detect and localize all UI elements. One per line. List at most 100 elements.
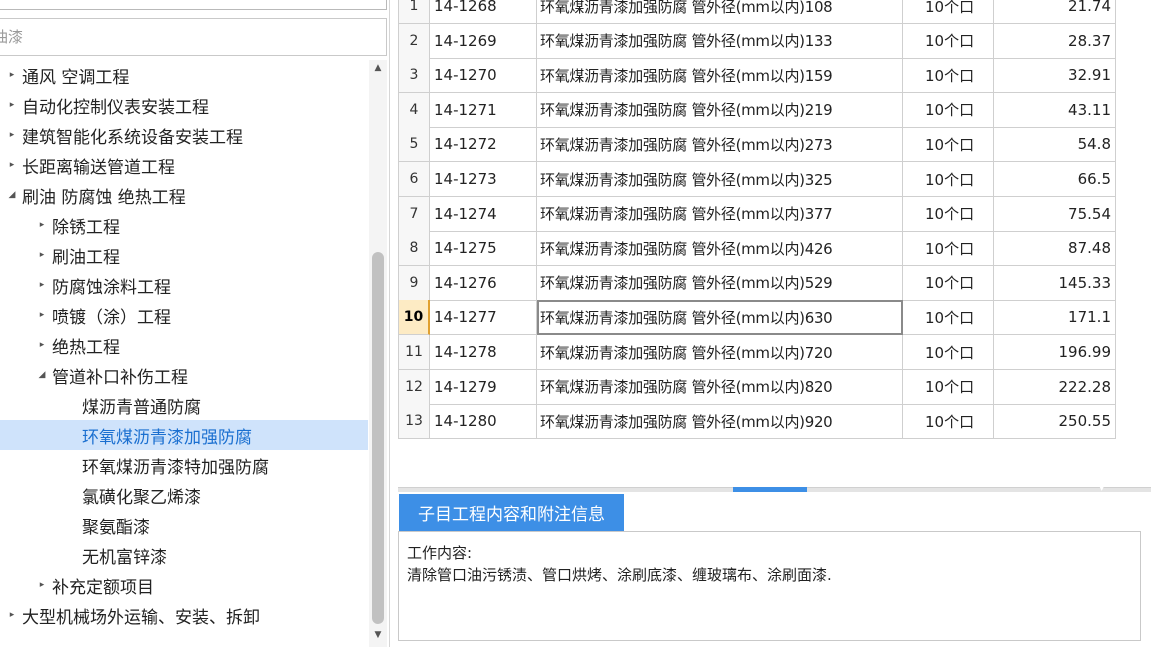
- expand-arrow-icon[interactable]: ▸: [36, 210, 48, 240]
- expand-arrow-icon[interactable]: ▸: [6, 90, 18, 120]
- tree-item[interactable]: ▸ 防腐蚀涂料工程: [0, 270, 368, 300]
- unit-cell[interactable]: 10个口: [903, 196, 994, 232]
- expand-arrow-icon[interactable]: ▸: [36, 570, 48, 600]
- tree-item[interactable]: ▸ 长距离输送管道工程: [0, 150, 368, 180]
- quota-name-cell[interactable]: 环氧煤沥青漆加强防腐 管外径(mm以内)820: [537, 369, 903, 405]
- unit-cell[interactable]: 10个口: [903, 265, 994, 301]
- quota-code-cell[interactable]: 14-1273: [430, 162, 537, 197]
- scroll-thumb[interactable]: [372, 252, 384, 624]
- price-cell[interactable]: 222.28: [994, 369, 1116, 405]
- quota-name-cell[interactable]: 环氧煤沥青漆加强防腐 管外径(mm以内)920: [537, 404, 903, 440]
- quota-code-cell[interactable]: 14-1276: [430, 265, 537, 301]
- splitter-handle[interactable]: ▼: [733, 485, 1104, 492]
- tree-item[interactable]: 无机富锌漆: [0, 540, 368, 570]
- quota-name-cell[interactable]: 环氧煤沥青漆加强防腐 管外径(mm以内)529: [537, 265, 903, 301]
- price-cell[interactable]: 54.8: [994, 127, 1116, 163]
- expanded-arrow-icon[interactable]: ◢: [36, 360, 48, 390]
- table-row[interactable]: 1 14-1268 环氧煤沥青漆加强防腐 管外径(mm以内)108 10个口 21.74: [398, 0, 1116, 24]
- price-cell[interactable]: 28.37: [994, 23, 1116, 59]
- row-index[interactable]: 9: [398, 265, 430, 301]
- tree-item[interactable]: ▸ 补充定额项目: [0, 570, 368, 600]
- tree-item[interactable]: ▸ 通风 空调工程: [0, 60, 368, 90]
- unit-cell[interactable]: 10个口: [903, 404, 994, 440]
- row-index[interactable]: 11: [398, 335, 430, 370]
- tree-scrollbar[interactable]: ▲ ▼: [369, 60, 387, 647]
- quota-code-cell[interactable]: 14-1280: [430, 404, 537, 440]
- quota-name-cell[interactable]: 环氧煤沥青漆加强防腐 管外径(mm以内)108: [537, 0, 903, 24]
- quota-code-cell[interactable]: 14-1270: [430, 58, 537, 94]
- quota-code-cell[interactable]: 14-1278: [430, 335, 537, 370]
- quota-name-cell[interactable]: 环氧煤沥青漆加强防腐 管外径(mm以内)325: [537, 162, 903, 197]
- table-row[interactable]: 8 14-1275 环氧煤沥青漆加强防腐 管外径(mm以内)426 10个口 87.48: [398, 231, 1116, 267]
- row-index[interactable]: 13: [398, 404, 430, 440]
- quota-name-cell[interactable]: 环氧煤沥青漆加强防腐 管外径(mm以内)720: [537, 335, 903, 370]
- quota-code-cell[interactable]: 14-1269: [430, 23, 537, 59]
- table-row[interactable]: 5 14-1272 环氧煤沥青漆加强防腐 管外径(mm以内)273 10个口 54.8: [398, 127, 1116, 163]
- price-cell[interactable]: 66.5: [994, 162, 1116, 197]
- table-row[interactable]: 2 14-1269 环氧煤沥青漆加强防腐 管外径(mm以内)133 10个口 28.37: [398, 23, 1116, 59]
- unit-cell[interactable]: 10个口: [903, 23, 994, 59]
- row-index[interactable]: 10: [398, 300, 430, 336]
- expand-arrow-icon[interactable]: ▸: [36, 270, 48, 300]
- unit-cell[interactable]: 10个口: [903, 92, 994, 128]
- unit-cell[interactable]: 10个口: [903, 58, 994, 94]
- row-index[interactable]: 7: [398, 196, 430, 232]
- quota-name-cell[interactable]: 环氧煤沥青漆加强防腐 管外径(mm以内)273: [537, 127, 903, 163]
- quota-code-cell[interactable]: 14-1272: [430, 127, 537, 163]
- table-row[interactable]: 12 14-1279 环氧煤沥青漆加强防腐 管外径(mm以内)820 10个口 222.…: [398, 369, 1116, 405]
- chevron-down-icon[interactable]: ▼: [1099, 485, 1104, 492]
- quota-code-cell[interactable]: 14-1275: [430, 231, 537, 267]
- expand-arrow-icon[interactable]: ▸: [36, 240, 48, 270]
- row-index[interactable]: 5: [398, 127, 430, 163]
- row-index[interactable]: 3: [398, 58, 430, 94]
- scroll-up-icon[interactable]: ▲: [369, 60, 387, 76]
- row-index[interactable]: 12: [398, 369, 430, 405]
- tree-item[interactable]: ◢ 刷油 防腐蚀 绝热工程: [0, 180, 368, 210]
- table-row[interactable]: 13 14-1280 环氧煤沥青漆加强防腐 管外径(mm以内)920 10个口 250.…: [398, 404, 1116, 440]
- tree-item[interactable]: 环氧煤沥青漆特加强防腐: [0, 450, 368, 480]
- tree-item[interactable]: ▸ 大型机械场外运输、安装、拆卸: [0, 600, 368, 630]
- table-row[interactable]: 6 14-1273 环氧煤沥青漆加强防腐 管外径(mm以内)325 10个口 66.5: [398, 162, 1116, 197]
- table-row[interactable]: 3 14-1270 环氧煤沥青漆加强防腐 管外径(mm以内)159 10个口 32.91: [398, 58, 1116, 94]
- tree-item[interactable]: 聚氨酯漆: [0, 510, 368, 540]
- expand-arrow-icon[interactable]: ▸: [6, 150, 18, 180]
- expand-arrow-icon[interactable]: ▸: [6, 600, 18, 630]
- table-row[interactable]: 10 14-1277 环氧煤沥青漆加强防腐 管外径(mm以内)630 10个口 171.…: [398, 300, 1116, 336]
- tab-item-info[interactable]: 子目工程内容和附注信息: [399, 494, 624, 531]
- tree-item[interactable]: ▸ 刷油工程: [0, 240, 368, 270]
- unit-cell[interactable]: 10个口: [903, 231, 994, 267]
- unit-cell[interactable]: 10个口: [903, 300, 994, 336]
- tree-item[interactable]: ▸ 自动化控制仪表安装工程: [0, 90, 368, 120]
- quota-name-cell[interactable]: 环氧煤沥青漆加强防腐 管外径(mm以内)426: [537, 231, 903, 267]
- price-cell[interactable]: 171.1: [994, 300, 1116, 336]
- quota-name-cell[interactable]: 环氧煤沥青漆加强防腐 管外径(mm以内)630: [537, 300, 903, 336]
- tree-item[interactable]: 环氧煤沥青漆加强防腐: [0, 420, 368, 450]
- tree-item[interactable]: 氯磺化聚乙烯漆: [0, 480, 368, 510]
- table-row[interactable]: 7 14-1274 环氧煤沥青漆加强防腐 管外径(mm以内)377 10个口 75.54: [398, 196, 1116, 232]
- row-index[interactable]: 2: [398, 23, 430, 59]
- expand-arrow-icon[interactable]: ▸: [36, 330, 48, 360]
- row-index[interactable]: 1: [398, 0, 430, 24]
- quota-name-cell[interactable]: 环氧煤沥青漆加强防腐 管外径(mm以内)377: [537, 196, 903, 232]
- price-cell[interactable]: 250.55: [994, 404, 1116, 440]
- expand-arrow-icon[interactable]: ▸: [36, 300, 48, 330]
- price-cell[interactable]: 87.48: [994, 231, 1116, 267]
- quota-code-cell[interactable]: 14-1277: [430, 300, 537, 336]
- tree-item[interactable]: 煤沥青普通防腐: [0, 390, 368, 420]
- tree-item[interactable]: ▸ 除锈工程: [0, 210, 368, 240]
- price-cell[interactable]: 21.74: [994, 0, 1116, 24]
- top-search-box[interactable]: [0, 0, 387, 10]
- expand-arrow-icon[interactable]: ▸: [6, 60, 18, 90]
- tree-item[interactable]: ▸ 建筑智能化系统设备安装工程: [0, 120, 368, 150]
- panel-splitter[interactable]: ▼: [398, 485, 1151, 492]
- price-cell[interactable]: 43.11: [994, 92, 1116, 128]
- unit-cell[interactable]: 10个口: [903, 0, 994, 24]
- tree-item[interactable]: ◢ 管道补口补伤工程: [0, 360, 368, 390]
- price-cell[interactable]: 196.99: [994, 335, 1116, 370]
- unit-cell[interactable]: 10个口: [903, 335, 994, 370]
- quota-code-cell[interactable]: 14-1268: [430, 0, 537, 24]
- expanded-arrow-icon[interactable]: ◢: [6, 180, 18, 210]
- filter-input[interactable]: [0, 18, 387, 56]
- quota-name-cell[interactable]: 环氧煤沥青漆加强防腐 管外径(mm以内)159: [537, 58, 903, 94]
- tree-item[interactable]: ▸ 绝热工程: [0, 330, 368, 360]
